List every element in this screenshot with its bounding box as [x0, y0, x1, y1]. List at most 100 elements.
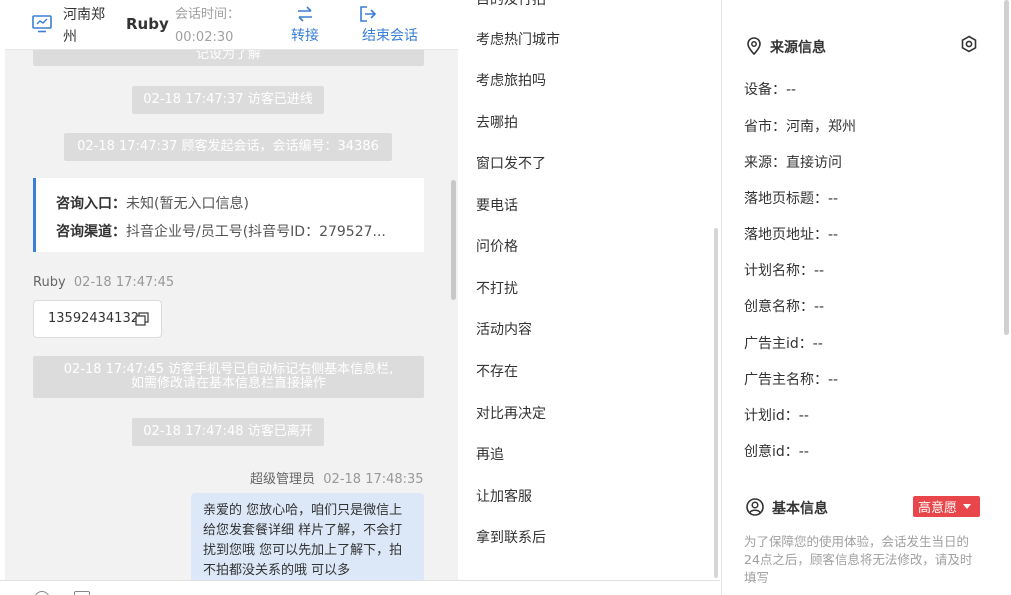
location-pin-icon [747, 37, 761, 55]
settings-icon[interactable] [960, 35, 978, 53]
source-plan-id-row: 计划id：-- [744, 405, 809, 425]
row-label: 创意名称： [744, 299, 814, 315]
consult-entry-value: 未知(暂无入口信息) [126, 196, 249, 212]
user-circle-icon [746, 498, 764, 516]
source-landing-url-row: 落地页地址：-- [744, 224, 838, 244]
row-value: -- [828, 191, 839, 207]
visitor-message-meta: Ruby 02-18 17:47:45 [33, 275, 174, 290]
row-label: 设备： [744, 82, 786, 98]
row-label: 广告主名称： [744, 372, 828, 388]
row-label: 广告主id： [744, 336, 813, 352]
row-value: -- [828, 227, 839, 243]
row-value: -- [798, 444, 809, 460]
chat-pane: 河南郑州 Ruby 会话时间： 00:02:30 转接 结束会话 记设为了解 0… [0, 0, 458, 595]
consult-channel-row: 咨询渠道：抖音企业号/员工号(抖音号ID：279527... [56, 218, 424, 246]
info-pane-scrollbar[interactable] [1004, 0, 1009, 335]
quick-reply-item[interactable]: 不打扰 [476, 278, 518, 298]
row-value: 直接访问 [786, 155, 842, 171]
source-origin-row: 来源：直接访问 [744, 152, 842, 172]
quick-reply-item[interactable]: 考虑热门城市 [476, 29, 560, 49]
quick-reply-item[interactable]: 让加客服 [476, 486, 532, 506]
quick-reply-item[interactable]: 不存在 [476, 361, 518, 381]
chat-scrollbar[interactable] [451, 180, 456, 300]
agent-message-meta: 超级管理员 02-18 17:48:35 [250, 468, 424, 487]
transfer-icon [298, 6, 312, 22]
quick-reply-item[interactable]: 窗口发不了 [476, 153, 546, 173]
quick-reply-item[interactable]: 问价格 [476, 236, 518, 256]
session-time-label: 会话时间： [175, 7, 241, 22]
row-value: 河南，郑州 [786, 119, 856, 135]
row-value: -- [814, 299, 825, 315]
row-label: 计划名称： [744, 263, 814, 279]
quick-reply-item[interactable]: 要电话 [476, 195, 518, 215]
source-advertiser-name-row: 广告主名称：-- [744, 369, 838, 389]
agent-message-time: 02-18 17:48:35 [323, 472, 424, 487]
source-creative-id-row: 创意id：-- [744, 441, 809, 461]
source-info-title: 来源信息 [770, 40, 826, 56]
system-message-started: 02-18 17:47:37 顾客发起会话，会话编号：34386 [64, 133, 392, 161]
source-landing-title-row: 落地页标题：-- [744, 188, 838, 208]
row-value: -- [786, 82, 797, 98]
image-icon[interactable] [74, 591, 90, 595]
source-region-row: 省市：河南，郑州 [744, 116, 856, 136]
quick-reply-item[interactable]: 去哪拍 [476, 112, 518, 132]
phone-marked-line1: 02-18 17:47:45 访客手机号已自动标记右侧基本信息栏, [63, 362, 394, 377]
input-toolbar [0, 580, 720, 595]
edit-deadline-note: 为了保障您的使用体验，会话发生当日的24点之后，顾客信息将无法修改，请及时填写 [744, 534, 973, 585]
row-label: 落地页地址： [744, 227, 828, 243]
quick-reply-item[interactable]: 再追 [476, 444, 504, 464]
basic-info-title: 基本信息 [772, 501, 828, 517]
quick-reply-item[interactable]: 目的及行拍 [476, 0, 546, 9]
consult-entry-row: 咨询入口：未知(暂无入口信息) [56, 190, 424, 218]
source-device-row: 设备：-- [744, 79, 796, 99]
system-message-phone-marked: 02-18 17:47:45 访客手机号已自动标记右侧基本信息栏, 如需修改请在… [33, 356, 424, 398]
customer-info-pane: 来源信息 设备：-- 省市：河南，郑州 来源：直接访问 落地页标题：-- 落地页… [721, 0, 1011, 595]
visitor-phone-number: 13592434132 [48, 311, 139, 326]
quick-reply-pane: 目的及行拍 考虑热门城市 考虑旅拍吗 去哪拍 窗口发不了 要电话 问价格 不打扰… [458, 0, 720, 580]
emoji-icon[interactable] [34, 591, 50, 595]
row-label: 计划id： [744, 408, 799, 424]
quick-reply-item[interactable]: 对比再决定 [476, 403, 546, 423]
intent-level-value: 高意愿 [918, 501, 958, 516]
phone-marked-line2: 如需修改请在基本信息栏直接操作 [130, 376, 326, 391]
basic-info-header: 基本信息 [746, 498, 828, 518]
row-value: -- [828, 372, 839, 388]
row-value: -- [798, 408, 809, 424]
quick-reply-item[interactable]: 考虑旅拍吗 [476, 70, 546, 90]
row-label: 落地页标题： [744, 191, 828, 207]
row-value: -- [814, 263, 825, 279]
consult-channel-value: 抖音企业号/员工号(抖音号ID：279527... [126, 224, 386, 240]
source-info-header: 来源信息 [746, 37, 826, 57]
consult-channel-label: 咨询渠道： [56, 224, 126, 240]
row-label: 创意id： [744, 444, 799, 460]
visitor-message-time: 02-18 17:47:45 [73, 275, 175, 290]
agent-sender-name: 超级管理员 [250, 472, 316, 487]
system-message-left: 02-18 17:47:48 访客已离开 [132, 418, 324, 446]
end-session-label: 结束会话 [362, 28, 418, 44]
visitor-name: Ruby [126, 15, 169, 33]
chat-header: 河南郑州 Ruby 会话时间： 00:02:30 转接 结束会话 [5, 0, 458, 50]
session-time-value: 00:02:30 [175, 30, 234, 45]
logout-icon [360, 6, 377, 22]
quick-reply-item[interactable]: 活动内容 [476, 319, 532, 339]
consult-entry-label: 咨询入口： [56, 196, 126, 212]
source-advertiser-id-row: 广告主id：-- [744, 333, 823, 353]
quick-reply-item[interactable]: 拿到联系后 [476, 527, 546, 547]
transfer-label: 转接 [291, 28, 319, 44]
transfer-button[interactable]: 转接 [287, 3, 323, 47]
end-session-button[interactable]: 结束会话 [358, 3, 422, 47]
copy-icon[interactable] [135, 312, 149, 326]
monitor-icon [32, 15, 52, 33]
system-message-entered: 02-18 17:47:37 访客已进线 [132, 86, 324, 114]
row-value: -- [812, 336, 823, 352]
visitor-location: 河南郑州 [63, 7, 105, 45]
source-plan-name-row: 计划名称：-- [744, 260, 824, 280]
row-label: 省市： [744, 119, 786, 135]
consult-info-card: 咨询入口：未知(暂无入口信息) 咨询渠道：抖音企业号/员工号(抖音号ID：279… [33, 178, 424, 252]
quick-reply-scrollbar[interactable] [714, 228, 718, 578]
intent-level-dropdown[interactable]: 高意愿 [913, 496, 980, 517]
visitor-phone-message: 13592434132 [33, 300, 162, 338]
caret-down-icon [963, 504, 972, 509]
visitor-sender-name: Ruby [33, 275, 66, 290]
row-label: 来源： [744, 155, 786, 171]
